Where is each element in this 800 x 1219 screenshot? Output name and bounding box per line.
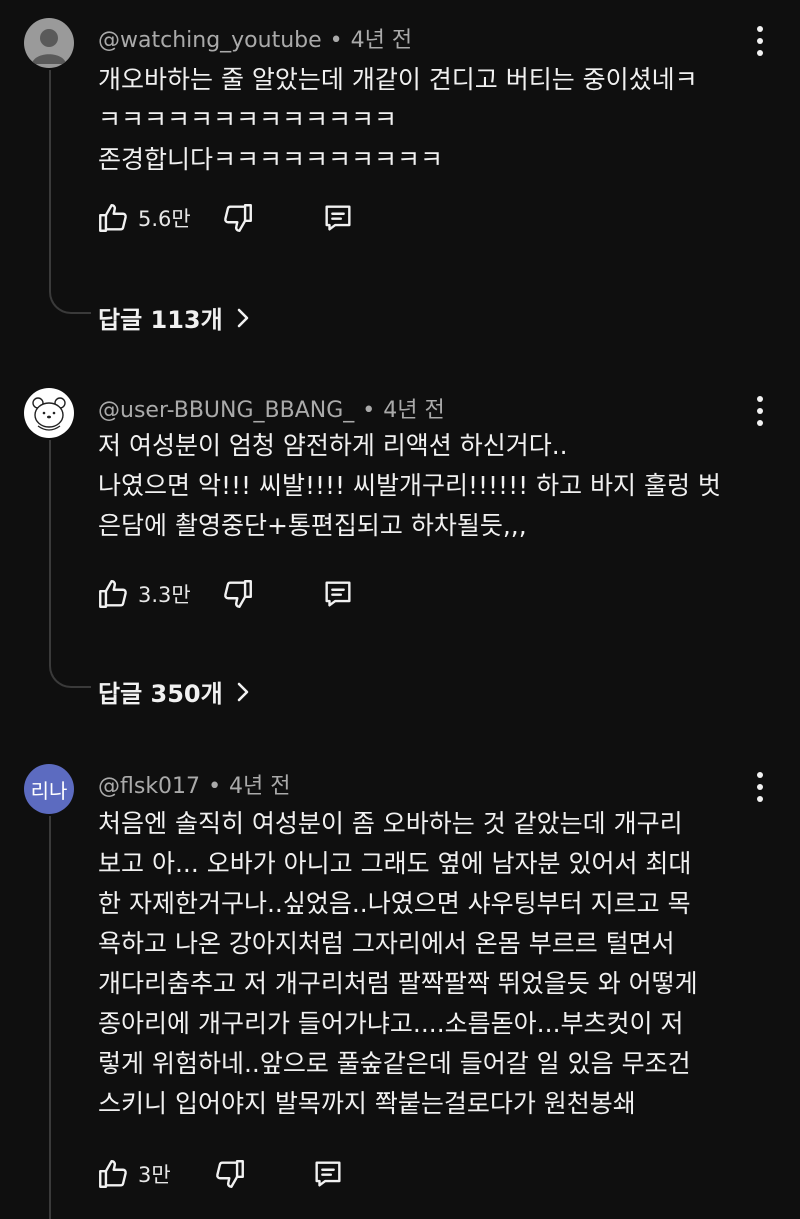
replies-label: 답글 113개 (98, 306, 223, 334)
like-button[interactable]: 3만 (96, 1157, 171, 1191)
like-count: 3.3만 (138, 583, 191, 607)
comment-actions: 3만 (96, 1154, 345, 1194)
reply-icon (325, 581, 351, 607)
comment-time: 4년 전 (350, 28, 413, 53)
dislike-button[interactable] (221, 201, 255, 235)
like-button[interactable]: 3.3만 (96, 577, 191, 611)
comment-line: ㅋㅋㅋㅋㅋㅋㅋㅋㅋㅋㅋㅋㅋ (98, 105, 398, 134)
default-avatar-icon[interactable] (24, 18, 74, 68)
comment-3: 리나 @flsk017 • 4년 전 처음엔 솔직히 여성분이 좀 오바하는 것 같… (0, 764, 800, 1219)
comment-line: 저 여성분이 엄청 얌전하게 리액션 하신거다.. (98, 431, 568, 460)
comment-time: 4년 전 (383, 398, 445, 423)
thumbs-down-icon (223, 204, 252, 232)
comment-time: 4년 전 (229, 774, 291, 799)
chevron-right-icon (237, 308, 249, 327)
reply-button[interactable] (321, 577, 355, 611)
comment-meta: @user-BBUNG_BBANG_ • 4년 전 (98, 398, 445, 423)
comment-line: 처음엔 솔직히 여성분이 좀 오바하는 것 같았는데 개구리 (98, 809, 683, 838)
like-count: 5.6만 (138, 207, 191, 231)
comment-line: 보고 아... 오바가 아니고 그래도 옆에 남자분 있어서 최대 (98, 849, 692, 878)
thread-curve (49, 662, 91, 688)
comment-line: 은담에 촬영중단+통편집되고 하차될듯,,, (98, 511, 527, 540)
comment-line: 종아리에 개구리가 들어가냐고....소름돋아...부츠컷이 저 (98, 1009, 684, 1038)
comment-handle[interactable]: @watching_youtube (98, 28, 322, 53)
chevron-right-icon (237, 682, 249, 701)
replies-toggle[interactable]: 답글 350개 (98, 674, 251, 709)
thread-line (49, 816, 51, 1219)
comment-line: 렇게 위험하네..앞으로 풀숲같은데 들어갈 일 있음 무조건 (98, 1049, 691, 1078)
avatar-initials: 리나 (30, 778, 68, 803)
comment-line: 욕하고 나온 강아지처럼 그자리에서 온몸 부르르 털면서 (98, 929, 675, 958)
more-vert-icon[interactable] (756, 772, 764, 802)
more-vert-icon[interactable] (756, 396, 764, 426)
bear-avatar-icon[interactable] (24, 388, 74, 438)
comment-text: 개오바하는 줄 알았는데 개같이 견디고 버티는 중이셨네ㅋ ㅋㅋㅋㅋㅋㅋㅋㅋㅋ… (98, 60, 698, 180)
comment-line: 나였으면 악!!! 씨발!!!! 씨발개구리!!!!!! 하고 바지 훌렁 벗 (98, 471, 721, 500)
thumbs-down-icon (223, 580, 252, 608)
reply-icon (325, 205, 351, 231)
reply-icon (315, 1161, 341, 1187)
dislike-button[interactable] (213, 1157, 247, 1191)
comment-2: @user-BBUNG_BBANG_ • 4년 전 저 여성분이 엄청 얌전하게 리… (0, 388, 800, 718)
thread-curve (49, 288, 91, 314)
comment-line: 개오바하는 줄 알았는데 개같이 견디고 버티는 중이셨네ㅋ (98, 65, 698, 94)
replies-toggle[interactable]: 답글 113개 (98, 300, 251, 335)
reply-button[interactable] (321, 201, 355, 235)
replies-label: 답글 350개 (98, 680, 223, 708)
like-button[interactable]: 5.6만 (96, 201, 191, 235)
comment-actions: 3.3만 (96, 574, 355, 614)
reply-button[interactable] (311, 1157, 345, 1191)
avatar[interactable]: 리나 (24, 764, 74, 814)
comment-meta: @watching_youtube • 4년 전 (98, 28, 413, 53)
comment-text: 처음엔 솔직히 여성분이 좀 오바하는 것 같았는데 개구리 보고 아... 오… (98, 804, 698, 1124)
comment-text: 저 여성분이 엄청 얌전하게 리액션 하신거다.. 나였으면 악!!! 씨발!!… (98, 426, 721, 546)
comment-actions: 5.6만 (96, 198, 355, 238)
thumbs-up-icon (99, 204, 127, 232)
comment-line: 한 자제한거구나..싶었음..나였으면 샤우팅부터 지르고 목 (98, 889, 691, 918)
comment-line: 스키니 입어야지 발목까지 쫙붙는걸로다가 원천봉쇄 (98, 1089, 636, 1118)
comment-1: @watching_youtube • 4년 전 개오바하는 줄 알았는데 개같이 … (0, 18, 800, 348)
thumbs-down-icon (215, 1160, 244, 1188)
thumbs-up-icon (99, 1160, 127, 1188)
thumbs-up-icon (99, 580, 127, 608)
comment-handle[interactable]: @user-BBUNG_BBANG_ (98, 398, 354, 423)
thread-line (49, 440, 51, 664)
more-vert-icon[interactable] (756, 26, 764, 56)
comment-line: 개다리춤추고 저 개구리처럼 팔짝팔짝 뛰었을듯 와 어떻게 (98, 969, 698, 998)
comment-meta: @flsk017 • 4년 전 (98, 774, 291, 799)
thread-line (49, 70, 51, 290)
comment-handle[interactable]: @flsk017 (98, 774, 200, 799)
like-count: 3만 (138, 1163, 171, 1187)
dislike-button[interactable] (221, 577, 255, 611)
comment-line: 존경합니다ㅋㅋㅋㅋㅋㅋㅋㅋㅋㅋ (98, 145, 444, 174)
